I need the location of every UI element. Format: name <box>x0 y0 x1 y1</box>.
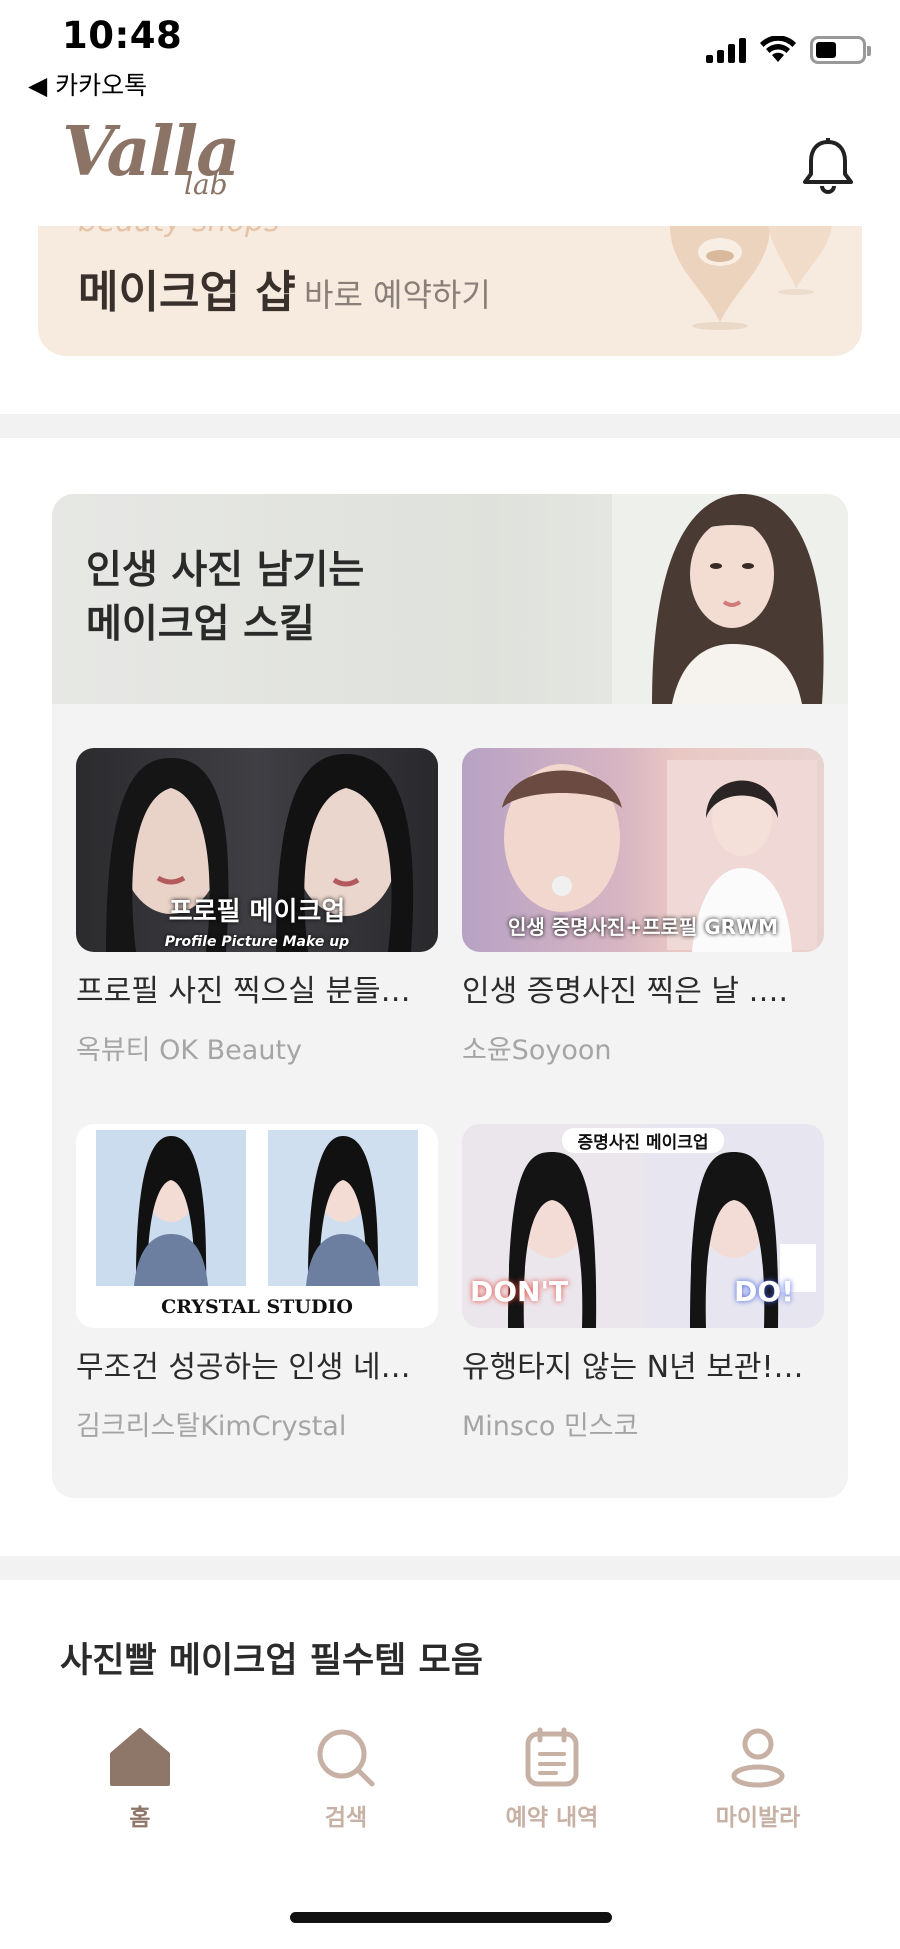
thumbnail-caption-sub: Profile Picture Make up <box>164 934 350 950</box>
video-channel: 김크리스탈KimCrystal <box>76 1411 347 1442</box>
video-channel: Minsco 민스코 <box>462 1411 639 1442</box>
video-title: 무조건 성공하는 인생 네… <box>76 1350 411 1385</box>
thumbnail-caption: 프로필 메이크업 <box>168 897 346 927</box>
wifi-icon <box>760 36 796 62</box>
video-channel: 옥뷰티 OK Beauty <box>76 1035 302 1066</box>
tab-home[interactable]: 홈 <box>60 1726 220 1832</box>
status-bar: 10:48 ◀ 카카오톡 <box>0 0 900 120</box>
banner-subtitle: 바로 예약하기 <box>304 276 491 314</box>
reservation-list-icon <box>525 1727 579 1787</box>
video-item[interactable]: CRYSTAL STUDIO 무조건 성공하는 인생 네… 김크리스탈KimCr… <box>76 1124 438 1443</box>
tab-reservations-label: 예약 내역 <box>505 1805 599 1831</box>
tab-home-label: 홈 <box>129 1805 151 1831</box>
section-divider <box>0 1556 900 1580</box>
video-channel: 소윤Soyoon <box>462 1035 612 1066</box>
card-header[interactable]: 인생 사진 남기는 메이크업 스킬 <box>52 494 848 704</box>
card-headline: 인생 사진 남기는 메이크업 스킬 <box>86 548 365 647</box>
do-label: DO! <box>734 1275 794 1308</box>
bottom-tab-bar: 홈 검색 예약 내역 마이발라 <box>0 1690 900 1949</box>
video-thumbnail: CRYSTAL STUDIO <box>76 1124 438 1328</box>
location-pin-illustration <box>670 226 832 330</box>
tab-reservations[interactable]: 예약 내역 <box>472 1726 632 1832</box>
notification-bell-icon[interactable] <box>800 136 856 196</box>
model-portrait-image <box>612 494 848 704</box>
status-time: 10:48 <box>62 14 183 57</box>
back-to-kakaotalk-link[interactable]: ◀ 카카오톡 <box>28 66 147 102</box>
section-title: 사진빨 메이크업 필수템 모음 <box>60 1641 483 1681</box>
section-divider <box>0 414 900 438</box>
video-thumbnail: 인생 증명사진+프로필 GRWM <box>462 748 824 952</box>
thumbnail-caption: 증명사진 메이크업 <box>562 1128 724 1153</box>
search-icon <box>317 1729 375 1787</box>
thumbnail-caption: 인생 증명사진+프로필 GRWM <box>507 915 779 939</box>
thumbnail-caption: CRYSTAL STUDIO <box>161 1296 353 1318</box>
status-icons <box>706 36 871 64</box>
video-title: 프로필 사진 찍으실 분들… <box>76 974 411 1009</box>
tab-my-valla[interactable]: 마이발라 <box>678 1726 838 1832</box>
video-title: 유행타지 않는 N년 보관!… <box>462 1350 804 1385</box>
profile-icon <box>731 1728 785 1788</box>
home-indicator[interactable] <box>290 1912 612 1923</box>
valla-lab-logo[interactable]: Valla lab <box>62 112 240 201</box>
video-thumbnail: 증명사진 메이크업 DON'T DO! <box>462 1124 824 1328</box>
tab-my-valla-label: 마이발라 <box>715 1805 801 1831</box>
video-item[interactable]: 인생 증명사진+프로필 GRWM 인생 증명사진 찍은 날 …. 소윤Soyoo… <box>462 748 824 1067</box>
logo-sub-text: lab <box>184 168 228 201</box>
video-item[interactable]: 증명사진 메이크업 DON'T DO! 유행타지 않는 N년 보관!… Mins… <box>462 1124 824 1443</box>
video-title: 인생 증명사진 찍은 날 …. <box>462 974 789 1009</box>
video-thumbnail: 프로필 메이크업 Profile Picture Make up <box>76 748 438 952</box>
makeup-skill-card: 인생 사진 남기는 메이크업 스킬 프로필 메이크업 Profile Pictu… <box>52 494 848 1498</box>
banner-title: 메이크업 샵 <box>78 267 296 318</box>
video-item[interactable]: 프로필 메이크업 Profile Picture Make up 프로필 사진 … <box>76 748 438 1067</box>
tab-search[interactable]: 검색 <box>266 1726 426 1832</box>
dont-label: DON'T <box>470 1275 569 1308</box>
signal-icon <box>706 37 746 63</box>
home-icon <box>110 1728 170 1786</box>
tab-search-label: 검색 <box>324 1805 368 1831</box>
banner-faded-text: beauty shops <box>78 226 280 239</box>
makeup-shop-banner[interactable]: beauty shops 메이크업 샵 바로 예약하기 <box>38 226 862 356</box>
battery-icon <box>810 36 871 64</box>
